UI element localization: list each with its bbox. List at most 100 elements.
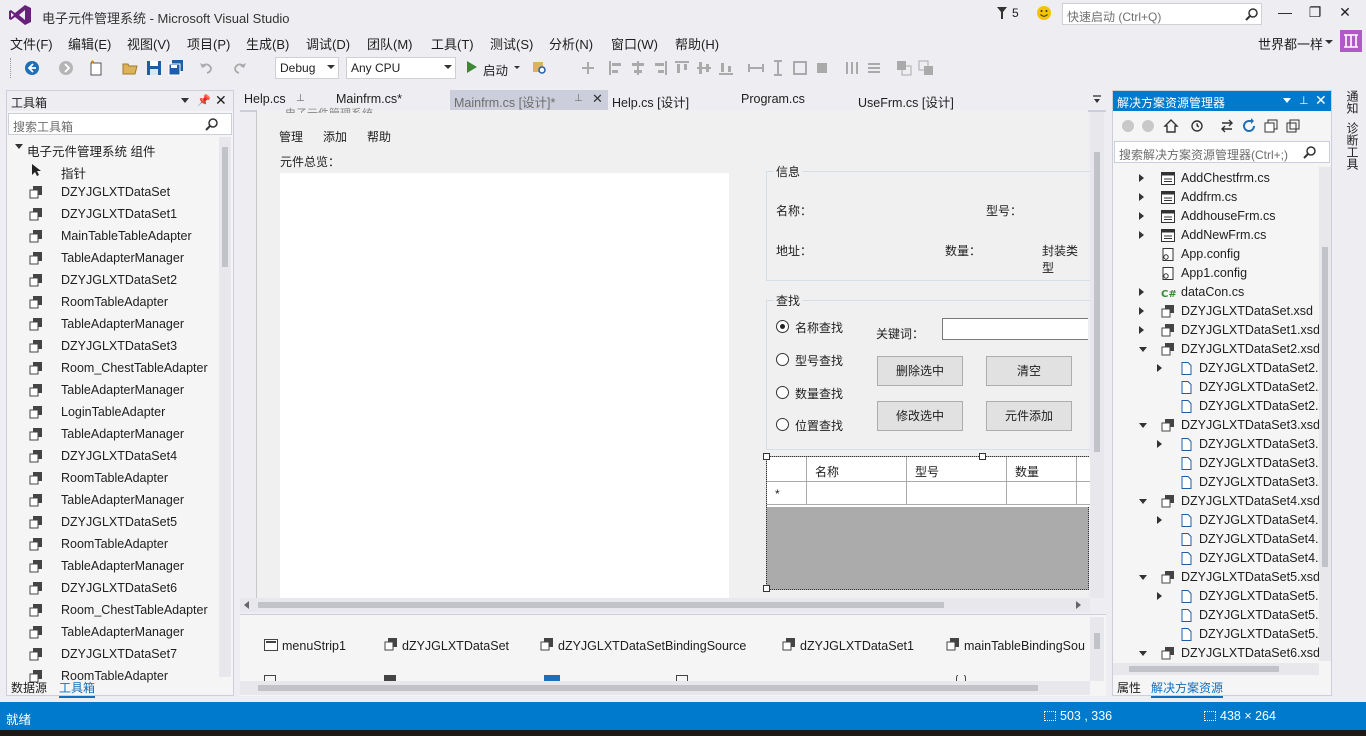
solution-tree-item[interactable]: AddhouseFrm.cs <box>1113 207 1319 226</box>
tab-close-icon[interactable]: ✕ <box>592 91 603 107</box>
start-debug-button[interactable] <box>466 60 478 74</box>
grid-header-quantity[interactable]: 数量 <box>1015 463 1039 480</box>
tab-toolbox[interactable]: 工具箱 <box>59 679 96 698</box>
size-to-grid-icon[interactable] <box>814 60 830 76</box>
expand-right-icon[interactable] <box>1139 212 1144 220</box>
solution-tree-item[interactable]: DZYJGLXTDataSet4.x <box>1113 549 1325 568</box>
radio-search-by-quantity-label[interactable]: 数量查找 <box>795 385 843 402</box>
radio-search-by-location-label[interactable]: 位置查找 <box>795 417 843 434</box>
tray-dzyjglxtdataset[interactable]: dZYJGLXTDataSet <box>402 639 509 653</box>
send-to-back-icon[interactable] <box>918 60 934 76</box>
tray-dzyjglxtdataset1[interactable]: dZYJGLXTDataSet1 <box>800 639 914 653</box>
winform-window[interactable]: 电子元件管理系统 管理 添加 帮助 元件总览： 信息 名称： 型号： 地址： 数… <box>256 108 1090 598</box>
solution-tree-item[interactable]: AddChestfrm.cs <box>1113 169 1319 188</box>
toolbox-options-chevron-icon[interactable] <box>181 98 189 103</box>
menu-window[interactable]: 窗口(W) <box>611 34 658 53</box>
solution-tree-item[interactable]: App.config <box>1113 245 1319 264</box>
toolbox-close-icon[interactable]: ✕ <box>215 92 227 109</box>
solution-tree-item[interactable]: App1.config <box>1113 264 1319 283</box>
scroll-left-icon[interactable] <box>244 601 249 609</box>
toolbox-item[interactable]: DZYJGLXTDataSet5 <box>7 511 219 533</box>
toolbox-item[interactable]: RoomTableAdapter <box>7 291 219 313</box>
toolbox-item[interactable]: RoomTableAdapter <box>7 467 219 489</box>
collapse-all-icon[interactable] <box>1263 118 1279 134</box>
expand-down-icon[interactable] <box>1139 499 1147 504</box>
solution-tree-item[interactable]: C# dataCon.cs <box>1113 283 1319 302</box>
solution-tree-item[interactable]: DZYJGLXTDataSet3.D <box>1113 435 1328 454</box>
menu-debug[interactable]: 调试(D) <box>306 34 350 53</box>
menu-build[interactable]: 生成(B) <box>246 34 289 53</box>
align-lefts-icon[interactable] <box>608 60 624 76</box>
tab-program-cs[interactable]: Program.cs <box>737 90 841 110</box>
tray-dzyjglxtdataset-bindingsource[interactable]: dZYJGLXTDataSetBindingSource <box>558 639 746 653</box>
tab-diagnostic-tools[interactable]: 诊断工具 <box>1344 122 1361 170</box>
solution-tree-item[interactable]: DZYJGLXTDataSet1.xsd <box>1113 321 1320 340</box>
menu-help[interactable]: 帮助(H) <box>675 34 719 53</box>
solution-tree-item[interactable]: DZYJGLXTDataSet3.x <box>1113 454 1325 473</box>
add-component-button[interactable]: 元件添加 <box>986 401 1072 431</box>
solution-tree-item[interactable]: DZYJGLXTDataSet2.xsd <box>1113 340 1320 359</box>
toolbox-item[interactable]: DZYJGLXTDataSet7 <box>7 643 219 665</box>
make-same-width-icon[interactable] <box>748 60 764 76</box>
save-all-icon[interactable] <box>168 60 184 76</box>
solution-close-icon[interactable]: ✕ <box>1315 92 1327 109</box>
solution-tree-item[interactable]: Addfrm.cs <box>1113 188 1319 207</box>
solution-options-chevron-icon[interactable] <box>1283 98 1291 103</box>
form-menu-add[interactable]: 添加 <box>323 128 347 145</box>
find-in-files-icon[interactable] <box>532 60 548 76</box>
menu-file[interactable]: 文件(F) <box>10 34 53 53</box>
solution-tree-item[interactable]: DZYJGLXTDataSet2.x <box>1113 378 1325 397</box>
minimize-button[interactable]: — <box>1272 4 1298 24</box>
expand-right-icon[interactable] <box>1139 307 1144 315</box>
expand-right-icon[interactable] <box>1157 440 1162 448</box>
expand-right-icon[interactable] <box>1139 174 1144 182</box>
toolbox-item[interactable]: Room_ChestTableAdapter <box>7 599 219 621</box>
radio-search-by-location[interactable] <box>776 418 789 431</box>
edit-selected-button[interactable]: 修改选中 <box>877 401 963 431</box>
forward-icon[interactable] <box>1141 119 1155 133</box>
menu-view[interactable]: 视图(V) <box>127 34 170 53</box>
toolbox-item[interactable]: MainTableTableAdapter <box>7 225 219 247</box>
menu-tools[interactable]: 工具(T) <box>431 34 474 53</box>
radio-search-by-name-label[interactable]: 名称查找 <box>795 319 843 336</box>
menu-test[interactable]: 测试(S) <box>490 34 533 53</box>
solution-tree-item[interactable]: DZYJGLXTDataSet6.xsd <box>1113 644 1320 663</box>
expand-right-icon[interactable] <box>1139 326 1144 334</box>
tab-solution-explorer[interactable]: 解决方案资源 <box>1151 679 1224 698</box>
new-project-icon[interactable] <box>88 60 104 76</box>
home-icon[interactable] <box>1163 118 1179 134</box>
save-icon[interactable] <box>146 60 162 76</box>
solution-search-input[interactable]: 搜索解决方案资源管理器(Ctrl+;) <box>1114 141 1330 163</box>
tab-help-designer[interactable]: Help.cs [设计] <box>608 90 720 110</box>
solution-horizontal-scrollbar[interactable] <box>1113 663 1319 675</box>
solution-tree-item[interactable]: DZYJGLXTDataSet5.x <box>1113 606 1325 625</box>
refresh-icon[interactable] <box>1241 118 1257 134</box>
expand-down-icon[interactable] <box>1139 575 1147 580</box>
radio-search-by-name[interactable] <box>776 320 789 333</box>
tab-usefrm-designer[interactable]: UseFrm.cs [设计] <box>854 90 984 110</box>
scroll-right-icon[interactable] <box>1076 601 1081 609</box>
pin-icon[interactable]: ⊥ <box>574 93 583 104</box>
tab-properties[interactable]: 属性 <box>1117 679 1141 696</box>
solution-tree-item[interactable]: DZYJGLXTDataSet5.x <box>1113 625 1325 644</box>
expand-right-icon[interactable] <box>1157 364 1162 372</box>
toolbox-item[interactable]: DZYJGLXTDataSet4 <box>7 445 219 467</box>
solution-tree-item[interactable]: DZYJGLXTDataSet4.x <box>1113 530 1325 549</box>
expand-down-icon[interactable] <box>1139 651 1147 656</box>
align-to-grid-icon[interactable] <box>580 60 596 76</box>
toolbox-search-input[interactable]: 搜索工具箱 <box>8 113 232 135</box>
toolbox-item[interactable]: LoginTableAdapter <box>7 401 219 423</box>
radio-search-by-model-label[interactable]: 型号查找 <box>795 352 843 369</box>
align-centers-icon[interactable] <box>630 60 646 76</box>
toolbox-item[interactable]: DZYJGLXTDataSet1 <box>7 203 219 225</box>
tray-horizontal-scrollbar[interactable] <box>240 681 1090 695</box>
resize-handle[interactable] <box>763 453 770 460</box>
align-rights-icon[interactable] <box>652 60 668 76</box>
solution-tree-item[interactable]: AddNewFrm.cs <box>1113 226 1319 245</box>
grid-header-name[interactable]: 名称 <box>815 463 839 480</box>
clear-button[interactable]: 清空 <box>986 356 1072 386</box>
designer-vertical-scrollbar[interactable] <box>1090 112 1104 598</box>
toolbox-item[interactable]: DZYJGLXTDataSet3 <box>7 335 219 357</box>
tray-vertical-scrollbar[interactable] <box>1090 617 1104 681</box>
toolbox-item[interactable]: TableAdapterManager <box>7 247 219 269</box>
